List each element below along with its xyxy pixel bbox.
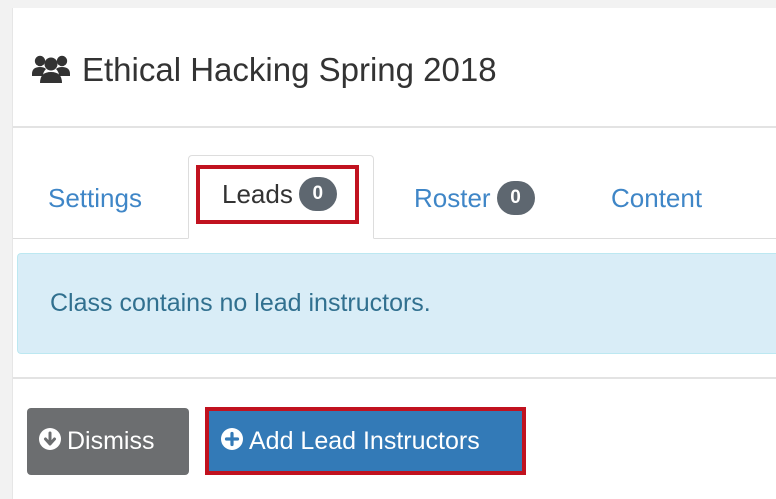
tab-leads-container: Leads 0: [188, 155, 374, 239]
arrow-circle-down-icon: [39, 428, 61, 451]
page-title: Ethical Hacking Spring 2018: [82, 51, 497, 88]
add-lead-label: Add Lead Instructors: [249, 427, 480, 455]
tab-roster[interactable]: Roster 0: [414, 158, 535, 238]
tab-settings-label: Settings: [48, 183, 142, 213]
dismiss-button[interactable]: Dismiss: [27, 408, 189, 475]
dismiss-label: Dismiss: [67, 427, 155, 455]
add-lead-highlight: Add Lead Instructors: [205, 407, 526, 475]
alert-message: Class contains no lead instructors.: [50, 289, 431, 317]
roster-count-badge: 0: [496, 181, 535, 216]
leads-count-badge: 0: [298, 177, 337, 212]
users-icon: [31, 52, 71, 84]
tab-roster-label: Roster: [414, 183, 491, 213]
tab-content[interactable]: Content: [611, 158, 702, 238]
tab-content-label: Content: [611, 183, 703, 213]
section-divider: [13, 377, 776, 379]
info-alert: Class contains no lead instructors.: [17, 253, 776, 354]
class-panel: Ethical Hacking Spring 2018 Settings Lea…: [12, 8, 776, 499]
plus-circle-icon: [221, 428, 243, 451]
tab-leads-label: Leads: [222, 179, 293, 209]
tab-leads[interactable]: Leads 0: [196, 165, 359, 224]
tab-settings[interactable]: Settings: [48, 158, 142, 238]
tab-bar: Settings Leads 0 Roster 0 Content: [13, 128, 776, 239]
page-header: Ethical Hacking Spring 2018: [13, 8, 776, 128]
tab-divider: [13, 238, 776, 239]
add-lead-instructors-button[interactable]: Add Lead Instructors: [209, 411, 522, 471]
